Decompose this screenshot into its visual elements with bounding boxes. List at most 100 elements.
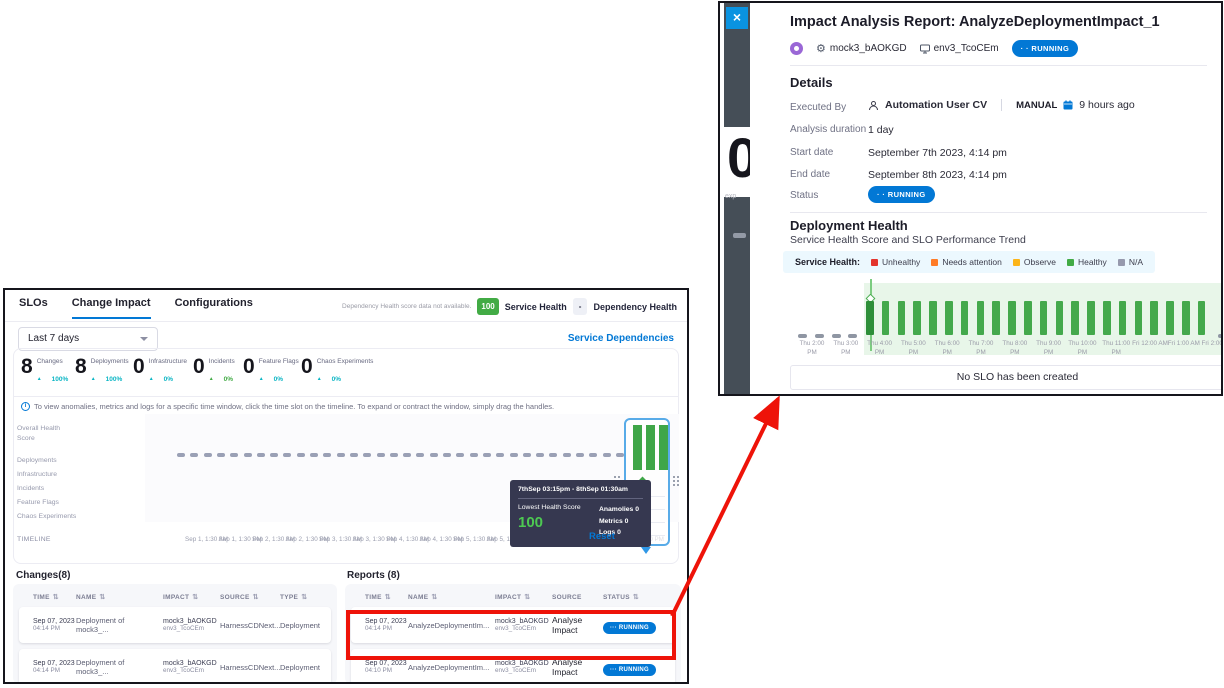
sort-icon[interactable]: ⇅: [253, 594, 259, 601]
timeline-row-overall-health-score: Overall Health Score: [17, 424, 79, 443]
stat-label: Incidents: [209, 358, 235, 365]
stats-divider: [14, 396, 678, 397]
column-header-name[interactable]: NAME⇅: [76, 593, 163, 601]
details-heading: Details: [790, 75, 833, 90]
cell-status: RUNNING: [603, 616, 675, 634]
column-header-status[interactable]: STATUS⇅: [603, 593, 681, 601]
service-dependencies-link[interactable]: Service Dependencies: [568, 333, 674, 344]
tab-configurations[interactable]: Configurations: [175, 297, 253, 319]
calendar-icon: [1063, 100, 1073, 110]
x-axis-label: Thu 3:00 PM: [828, 339, 864, 357]
legend-items: UnhealthyNeeds attentionObserveHealthyN/…: [871, 257, 1143, 267]
drawer-backdrop-strip: 0 exp: [724, 3, 750, 394]
stat-change: ▲0%: [317, 368, 374, 386]
timeline-row-infrastructure: Infrastructure: [17, 470, 79, 480]
health-score-bar: [1040, 301, 1048, 335]
cell-type: Deployment: [280, 663, 331, 672]
selection-left-drag-handle[interactable]: [614, 476, 616, 478]
tab-slos[interactable]: SLOs: [19, 297, 48, 319]
na-dash: [483, 453, 491, 457]
na-dash: [190, 453, 198, 457]
column-header-type[interactable]: TYPE⇅: [280, 593, 337, 601]
background-dash-glimpse: [733, 233, 746, 238]
divider: [790, 212, 1207, 213]
legend-label: N/A: [1129, 257, 1143, 267]
status-badge: RUNNING: [868, 186, 935, 203]
cell-source: Analyse Impact: [552, 657, 603, 677]
stat-side: Changes▲100%: [37, 356, 69, 386]
reports-table-title: Reports (8): [347, 570, 400, 581]
tab-change-impact[interactable]: Change Impact: [72, 297, 151, 319]
column-header-impact[interactable]: IMPACT⇅: [163, 593, 220, 601]
stat-value: 0: [243, 356, 255, 377]
divider: [790, 65, 1207, 66]
x-axis-label: Thu 2:00 PM: [794, 339, 830, 357]
sort-icon[interactable]: ⇅: [192, 594, 198, 601]
user-icon: [868, 100, 879, 111]
changes-table: TIME⇅NAME⇅IMPACT⇅SOURCE⇅TYPE⇅ Sep 07, 202…: [13, 584, 337, 684]
trend-up-icon: ▲: [37, 376, 42, 382]
column-header-name[interactable]: NAME⇅: [408, 593, 495, 601]
stat-pct: 0%: [274, 376, 283, 383]
sort-icon[interactable]: ⇅: [633, 594, 639, 601]
stat-side: Feature Flags▲0%: [259, 356, 299, 386]
tooltip-time-range: 7thSep 03:15pm - 8thSep 01:30am: [518, 486, 643, 499]
sort-icon[interactable]: ⇅: [385, 594, 391, 601]
sort-icon[interactable]: ⇅: [301, 594, 307, 601]
na-dash: [470, 453, 478, 457]
na-dash: [270, 453, 278, 457]
table-row[interactable]: Sep 07, 202304:14 PMDeployment of mock3_…: [19, 649, 331, 684]
cell-impact: mock3_bAOKGDenv3_TcoCEm: [495, 618, 552, 632]
column-header-source[interactable]: SOURCE⇅: [220, 593, 280, 601]
column-header-impact[interactable]: IMPACT⇅: [495, 593, 552, 601]
cell-time: Sep 07, 202304:14 PM: [365, 618, 408, 632]
x-axis-label: Fri 1:00 AM: [1166, 339, 1202, 348]
table-row[interactable]: Sep 07, 202304:10 PMAnalyzeDeploymentIm.…: [351, 649, 675, 684]
sort-icon[interactable]: ⇅: [431, 594, 437, 601]
health-score-bar: [1087, 301, 1095, 335]
health-score-bar: [977, 301, 985, 335]
sort-icon[interactable]: ⇅: [99, 594, 105, 601]
health-score-bar: [1135, 301, 1143, 335]
sort-icon[interactable]: ⇅: [53, 594, 59, 601]
time-clock: 04:14 PM: [33, 667, 76, 674]
detail-label-start-date: Start date: [790, 147, 833, 158]
na-dash: [297, 453, 305, 457]
stat-value: 8: [75, 356, 87, 377]
timeline-row-deployments: Deployments: [17, 456, 79, 466]
x-axis-label: Fri 2:00 AM: [1200, 339, 1223, 348]
executed-by-value: Automation User CV MANUAL 9 hours ago: [868, 99, 1135, 111]
status-badge: RUNNING: [603, 622, 656, 634]
health-score-bar: [1198, 301, 1206, 335]
close-icon[interactable]: ×: [726, 7, 748, 29]
tooltip-metric-anamolies: Anamolies 0: [599, 504, 639, 516]
na-dash: [217, 453, 225, 457]
na-dash: [576, 453, 584, 457]
sort-icon[interactable]: ⇅: [524, 594, 530, 601]
table-row[interactable]: Sep 07, 202304:14 PMDeployment of mock3_…: [19, 607, 331, 643]
executed-time: 9 hours ago: [1079, 99, 1134, 111]
selection-right-drag-handle[interactable]: [673, 476, 675, 478]
table-row[interactable]: Sep 07, 202304:14 PMAnalyzeDeploymentIm.…: [351, 607, 675, 643]
na-dash: [257, 453, 265, 457]
changes-table-title: Changes(8): [16, 570, 70, 581]
deployment-health-subheading: Service Health Score and SLO Performance…: [790, 234, 1026, 246]
health-score-bar: [1119, 301, 1127, 335]
time-clock: 04:14 PM: [365, 625, 408, 632]
chevron-down-icon: [140, 337, 148, 341]
reset-link[interactable]: Reset: [589, 531, 615, 542]
cell-name: AnalyzeDeploymentIm...: [408, 621, 495, 630]
na-dash: [323, 453, 331, 457]
legend-color-swatch: [931, 259, 938, 266]
column-header-source[interactable]: SOURCE: [552, 594, 603, 601]
stat-infrastructure: 0Infrastructure▲0%: [133, 356, 187, 386]
executed-by-label: Executed By: [790, 102, 846, 113]
column-header-time[interactable]: TIME⇅: [365, 593, 408, 601]
cell-name: Deployment of mock3_...: [76, 658, 163, 676]
column-header-time[interactable]: TIME⇅: [33, 593, 76, 601]
cell-time: Sep 07, 202304:14 PM: [33, 660, 76, 674]
stat-side: Incidents▲0%: [209, 356, 235, 386]
legend-color-swatch: [1067, 259, 1074, 266]
detail-label-end-date: End date: [790, 169, 830, 180]
legend-label: Unhealthy: [882, 257, 920, 267]
